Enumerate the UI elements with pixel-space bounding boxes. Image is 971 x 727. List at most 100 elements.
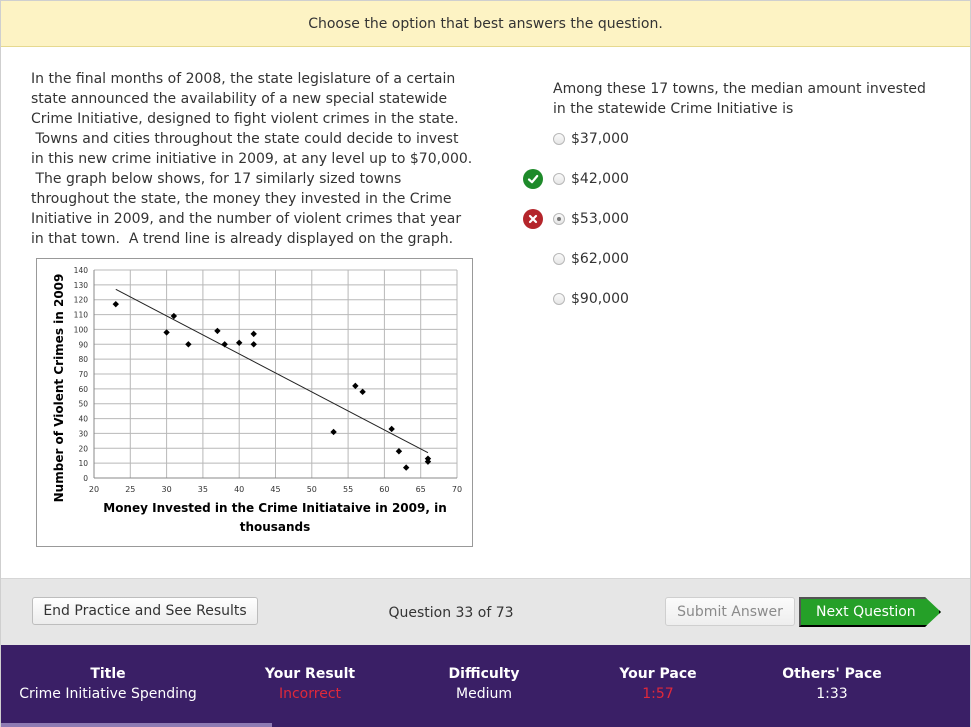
stat-value: Medium — [456, 686, 512, 702]
radio-button[interactable] — [553, 173, 565, 185]
chart-grid — [93, 269, 458, 479]
passage-line: in this new crime initiative in 2009, at… — [31, 151, 473, 167]
passage-line: Crime Initiative, designed to fight viol… — [31, 111, 459, 127]
scatter-chart-svg: 0 10 20 30 40 50 60 70 80 90 100 110 120 130 140 20 25 30… — [52, 266, 462, 534]
stat-label: Your Pace — [619, 666, 697, 682]
incorrect-x-icon — [523, 209, 543, 229]
close-icon — [528, 214, 538, 224]
passage-line: Initiative in 2009, and the number of vi… — [31, 211, 462, 227]
chart-ytick-label: 40 — [78, 415, 88, 424]
chart-data-point — [221, 341, 228, 348]
chart-xtick-label: 70 — [452, 485, 462, 494]
chart-data-point — [395, 448, 403, 455]
chart-ytick-label: 100 — [74, 325, 89, 334]
chart-ytick-label: 70 — [78, 370, 88, 379]
chart-data-point — [163, 329, 170, 336]
chart-ytick-label: 130 — [74, 281, 89, 290]
answer-option-label: $37,000 — [571, 131, 629, 147]
chart-data-point — [359, 388, 366, 396]
answer-option-53000[interactable]: $53,000 — [553, 209, 629, 229]
stat-label: Difficulty — [448, 666, 520, 682]
passage-line: In the final months of 2008, the state l… — [31, 71, 456, 87]
chart-data-point — [185, 341, 192, 348]
stat-label: Your Result — [264, 666, 356, 682]
passage-line: The graph below shows, for 17 similarly … — [31, 171, 402, 187]
answer-option-62000[interactable]: $62,000 — [553, 249, 629, 269]
chart-ytick-label: 80 — [78, 355, 88, 364]
chart-xtick-label: 30 — [162, 485, 172, 494]
answer-option-label: $53,000 — [571, 211, 629, 227]
chart-data-point — [112, 300, 119, 308]
chart-xlabel: Money Invested in the Crime Initiataive … — [103, 501, 447, 515]
stat-difficulty: Difficulty Medium — [384, 665, 584, 705]
chart-xtick-label: 60 — [379, 485, 389, 494]
stat-label: Title — [90, 666, 126, 682]
chart-xtick-label: 55 — [343, 485, 353, 494]
stat-value: 1:57 — [642, 686, 674, 702]
passage-line: Towns and cities throughout the state co… — [31, 131, 459, 147]
chart-ytick-label: 30 — [78, 429, 88, 438]
footer-progress-bar — [1, 723, 272, 727]
radio-button[interactable] — [553, 293, 565, 305]
chart-ytick-label: 50 — [78, 400, 88, 409]
chart-ytick-label: 120 — [74, 296, 89, 305]
scatter-chart: 0 10 20 30 40 50 60 70 80 90 100 110 120 130 140 20 25 30… — [36, 258, 473, 547]
stat-your-pace: Your Pace 1:57 — [558, 665, 758, 705]
chart-trendline-group — [115, 288, 429, 454]
chart-ylabel: Number of Violent Crimes in 2009 — [52, 274, 66, 503]
answer-option-label: $42,000 — [571, 171, 629, 187]
instruction-text: Choose the option that best answers the … — [308, 15, 663, 32]
chart-xtick-label: 35 — [198, 485, 208, 494]
radio-button[interactable] — [553, 253, 565, 265]
chart-ytick-label: 90 — [78, 340, 88, 349]
chart-trendline — [115, 288, 429, 454]
chart-ytick-label: 60 — [78, 385, 88, 394]
radio-button-selected[interactable] — [553, 213, 565, 225]
chart-data-point — [352, 382, 359, 390]
radio-button[interactable] — [553, 133, 565, 145]
chart-xtick-label: 45 — [270, 485, 280, 494]
stat-value: Crime Initiative Spending — [19, 686, 197, 702]
chart-ytick-label: 20 — [78, 444, 88, 453]
stats-footer: Title Crime Initiative Spending Your Res… — [1, 645, 970, 727]
chart-data-point — [402, 464, 410, 471]
chart-points — [112, 300, 432, 471]
chart-ytick-label: 110 — [74, 311, 89, 320]
instruction-banner: Choose the option that best answers the … — [1, 1, 970, 47]
chart-ytick-label: 140 — [74, 266, 89, 275]
chart-data-point — [250, 330, 257, 338]
action-bar: End Practice and See Results Question 33… — [1, 578, 970, 645]
end-practice-button[interactable]: End Practice and See Results — [32, 597, 258, 625]
chart-xtick-label: 20 — [89, 485, 99, 494]
next-question-button[interactable]: Next Question — [799, 597, 941, 627]
submit-answer-button[interactable]: Submit Answer — [665, 597, 795, 626]
stat-result: Your Result Incorrect — [210, 665, 410, 705]
stat-others-pace: Others' Pace 1:33 — [732, 665, 932, 705]
answer-option-37000[interactable]: $37,000 — [553, 129, 629, 149]
chart-data-point — [330, 428, 337, 436]
answer-option-90000[interactable]: $90,000 — [553, 289, 629, 309]
chart-xlabel-line2: thousands — [240, 520, 311, 534]
passage-line: in that town. A trend line is already di… — [31, 231, 454, 247]
chart-ytick-label: 0 — [83, 474, 88, 483]
question-counter: Question 33 of 73 — [388, 605, 514, 621]
stat-value: Incorrect — [278, 686, 342, 702]
chart-data-point — [388, 425, 395, 433]
chart-xtick-label: 25 — [125, 485, 135, 494]
chart-ytick-label: 10 — [78, 459, 88, 468]
chart-xtick-label: 50 — [307, 485, 317, 494]
chart-xtick-label: 65 — [416, 485, 426, 494]
chart-data-point — [236, 339, 243, 346]
chart-data-point — [250, 341, 257, 348]
answer-option-label: $62,000 — [571, 251, 629, 267]
passage-line: throughout the state, the money they inv… — [31, 191, 452, 207]
correct-check-icon — [523, 169, 543, 189]
passage: In the final months of 2008, the state l… — [31, 69, 481, 249]
question-stem-line: in the statewide Crime Initiative is — [553, 101, 794, 117]
stat-title: Title Crime Initiative Spending — [8, 665, 208, 705]
answer-option-label: $90,000 — [571, 291, 629, 307]
answer-option-42000[interactable]: $42,000 — [553, 169, 629, 189]
stat-label: Others' Pace — [782, 666, 882, 682]
chart-data-point — [214, 327, 221, 335]
passage-line: state announced the availability of a ne… — [31, 91, 448, 107]
